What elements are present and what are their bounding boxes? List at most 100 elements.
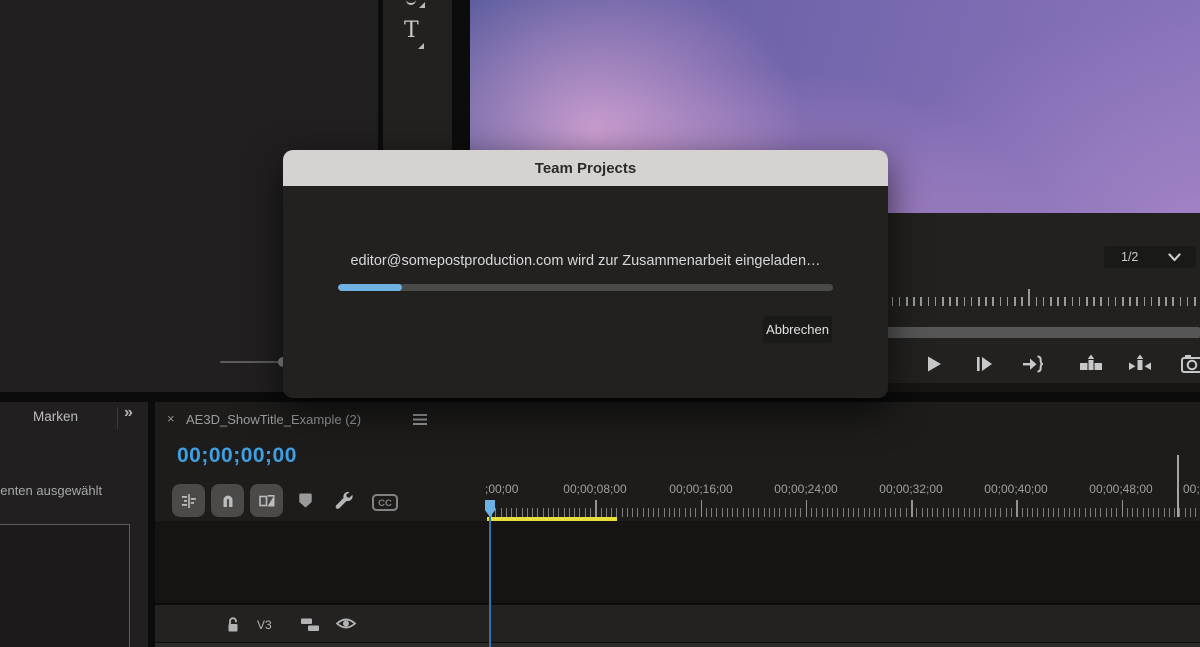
partial-tool-icon[interactable] [406, 0, 416, 5]
ruler-tick [795, 508, 796, 517]
ruler-tick [622, 508, 623, 517]
ruler-tick [522, 508, 523, 517]
sync-lock-icon[interactable] [300, 616, 320, 633]
ruler-tick [1122, 500, 1124, 517]
lift-button[interactable] [1079, 353, 1103, 377]
ruler-tick [1164, 508, 1165, 517]
monitor-ruler-tick [1115, 297, 1117, 306]
panel-list-box [0, 524, 130, 647]
ruler-tick [1174, 508, 1175, 517]
ruler-tick [695, 508, 696, 517]
ruler-tick [1032, 508, 1033, 517]
ruler-tick [816, 508, 817, 517]
playback-resolution-dropdown[interactable]: 1/2 [1104, 246, 1196, 268]
ruler-tick [948, 508, 949, 517]
wrench-icon [332, 489, 356, 513]
tool-flyout-triangle-icon [418, 43, 424, 49]
ruler-tick [1100, 508, 1101, 517]
ruler-tick [495, 508, 496, 517]
ruler-tick [832, 508, 833, 517]
ruler-tick [701, 500, 703, 517]
export-frame-camera-button[interactable] [1181, 353, 1200, 377]
ruler-tick [843, 508, 844, 517]
ruler-tick [758, 508, 759, 517]
ruler-tick [658, 508, 659, 517]
ruler-tick [558, 508, 559, 517]
ruler-tick [1185, 508, 1186, 517]
ruler-tick [1106, 508, 1107, 517]
monitor-ruler-tick [964, 297, 966, 306]
magnet-icon [218, 491, 238, 511]
monitor-ruler-tick [1122, 297, 1124, 306]
ruler-label: 00;00;16;00 [669, 482, 732, 496]
ruler-tick [1148, 508, 1149, 517]
playhead-line [489, 516, 491, 647]
chevron-down-icon [1168, 253, 1181, 262]
track-name-label[interactable]: V3 [257, 618, 272, 632]
extract-button[interactable] [1128, 353, 1152, 377]
tab-markers[interactable]: Marken [33, 409, 78, 424]
panel-menu-icon[interactable] [413, 414, 427, 425]
ruler-tick [632, 508, 633, 517]
monitor-ruler-tick [920, 297, 922, 306]
ruler-tick [706, 508, 707, 517]
panel-overflow-chevron-icon[interactable]: » [124, 404, 131, 422]
monitor-ruler-tick [1158, 297, 1160, 306]
ruler-tick [1153, 508, 1154, 517]
ruler-tick [1058, 508, 1059, 517]
ruler-tick [995, 508, 996, 517]
track-area[interactable] [155, 521, 1200, 603]
monitor-ruler-tick [1014, 297, 1016, 306]
type-tool-button[interactable]: T [401, 18, 433, 52]
go-to-next-edit-button[interactable] [1021, 353, 1045, 377]
ruler-tick [922, 508, 923, 517]
ruler-label: 00;00;40;00 [984, 482, 1047, 496]
step-forward-button[interactable] [973, 353, 997, 377]
ruler-tick [532, 508, 533, 517]
timeline-ruler[interactable]: ;00;0000;00;08;0000;00;16;0000;00;24;000… [483, 480, 1200, 520]
ruler-tick [985, 508, 986, 517]
ruler-tick [1037, 508, 1038, 517]
snap-toggle-button[interactable] [211, 484, 244, 517]
timeline-tab-title[interactable]: AE3D_ShowTitle_Example (2) [186, 412, 361, 427]
monitor-ruler-tick [971, 297, 973, 306]
linked-selection-toggle-button[interactable] [250, 484, 283, 517]
ruler-tick [790, 508, 791, 517]
lock-open-icon [225, 616, 241, 633]
monitor-ruler-tick [1043, 297, 1045, 306]
ruler-tick [748, 508, 749, 517]
ruler-tick [1053, 508, 1054, 517]
add-marker-button[interactable] [297, 492, 314, 509]
ruler-tick [990, 508, 991, 517]
monitor-ruler-tick [1021, 297, 1023, 306]
timeline-settings-button[interactable] [332, 489, 356, 513]
cancel-button[interactable]: Abbrechen [763, 316, 832, 343]
track-lock-toggle[interactable] [225, 616, 241, 633]
monitor-ruler-tick [1172, 297, 1174, 306]
selection-status-text: nenten ausgewählt [0, 483, 102, 498]
track-output-eye-icon[interactable] [335, 615, 357, 632]
monitor-ruler-tick [949, 297, 951, 306]
ruler-tick [1043, 508, 1044, 517]
close-icon[interactable]: × [167, 411, 175, 426]
ruler-tick [927, 508, 928, 517]
ruler-tick [1022, 508, 1023, 517]
play-button[interactable] [923, 353, 947, 377]
monitor-ruler-tick [942, 297, 944, 306]
monitor-ruler-tick [1100, 297, 1102, 306]
dialog-header[interactable]: Team Projects [283, 150, 888, 186]
ruler-label: 00;00;08;00 [563, 482, 626, 496]
monitor-ruler-tick [1144, 297, 1146, 306]
ruler-tick [690, 508, 691, 517]
timecode-display[interactable]: 00;00;00;00 [177, 444, 297, 468]
captions-icon[interactable]: CC [372, 494, 398, 511]
ruler-tick [1179, 508, 1180, 517]
ruler-tick [674, 508, 675, 517]
timeline-horizontal-scrollbar[interactable] [155, 642, 1200, 647]
ruler-tick [1127, 508, 1128, 517]
monitor-ruler-tick [1086, 297, 1088, 306]
monitor-ruler-tick [1180, 297, 1182, 306]
ruler-tick [916, 508, 917, 517]
nest-insert-toggle-button[interactable] [172, 484, 205, 517]
zoom-slider-track[interactable] [220, 361, 280, 363]
